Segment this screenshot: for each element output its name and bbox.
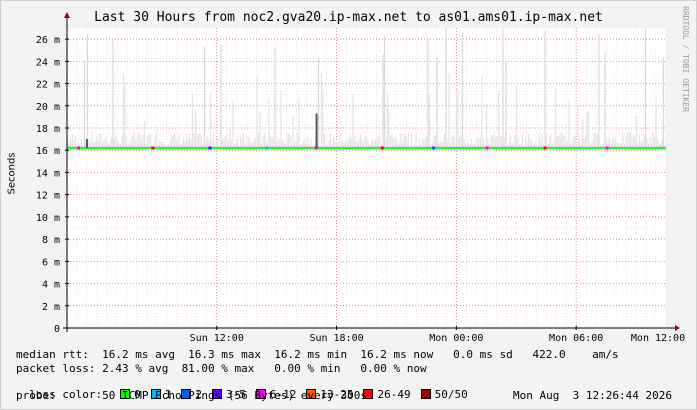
loss-spike xyxy=(85,139,88,148)
y-tick-label: 24 m xyxy=(36,57,60,68)
loss-color-swatch xyxy=(420,389,431,399)
y-tick-label: 12 m xyxy=(36,191,60,202)
loss-marker xyxy=(605,146,609,150)
loss-spike xyxy=(315,113,318,148)
packet-loss-stats: packet loss: 2.43 % avg 81.00 % max 0.00… xyxy=(16,362,427,375)
y-tick-label: 6 m xyxy=(42,257,60,268)
y-axis-arrow xyxy=(64,12,70,18)
probe-info: probe: 50 ICMP Echo Pings (56 Bytes) eve… xyxy=(16,389,367,402)
loss-marker xyxy=(77,146,81,150)
loss-marker xyxy=(151,146,155,150)
loss-color-item: 26-49 xyxy=(363,388,411,401)
loss-marker xyxy=(485,146,489,150)
loss-color-text: 50/50 xyxy=(434,388,468,401)
loss-color-item: 50/50 xyxy=(420,388,468,401)
x-tick-label: Sun 12:00 xyxy=(190,333,244,344)
loss-marker xyxy=(380,146,384,150)
median-rtt-stats: median rtt: 16.2 ms avg 16.3 ms max 16.2… xyxy=(16,348,619,361)
y-tick-label: 26 m xyxy=(36,35,60,46)
loss-color-text: 26-49 xyxy=(377,388,411,401)
y-tick-label: 10 m xyxy=(36,213,60,224)
y-tick-label: 16 m xyxy=(36,146,60,157)
y-tick-label: 2 m xyxy=(42,302,60,313)
loss-marker xyxy=(208,146,212,150)
loss-marker xyxy=(265,146,269,150)
loss-marker xyxy=(543,146,547,150)
y-tick-label: 22 m xyxy=(36,80,60,91)
x-tick-label: Sun 18:00 xyxy=(309,333,363,344)
y-tick-label: 14 m xyxy=(36,168,60,179)
y-tick-label: 20 m xyxy=(36,102,60,113)
y-tick-label: 18 m xyxy=(36,124,60,135)
x-tick-labels: Sun 12:00 Sun 18:00 Mon 00:00 Mon 06:00 Mon … xyxy=(190,333,685,344)
x-axis-arrow xyxy=(675,325,680,331)
x-tick-label: Mon 06:00 xyxy=(549,333,603,344)
x-tick-label: Mon 12:00 xyxy=(631,333,685,344)
loss-marker xyxy=(432,146,436,150)
y-tick-labels: 0 2 m 4 m 6 m 8 m 10 m 12 m 14 m 16 m 18 m 20 m 22 … xyxy=(36,35,60,335)
y-tick-label: 8 m xyxy=(42,235,60,246)
y-tick-label: 4 m xyxy=(42,280,60,291)
grid-lines xyxy=(67,28,667,328)
generated-date: Mon Aug 3 12:26:44 2026 xyxy=(513,389,672,402)
x-tick-label: Mon 00:00 xyxy=(429,333,483,344)
y-tick-label: 0 xyxy=(54,324,60,335)
